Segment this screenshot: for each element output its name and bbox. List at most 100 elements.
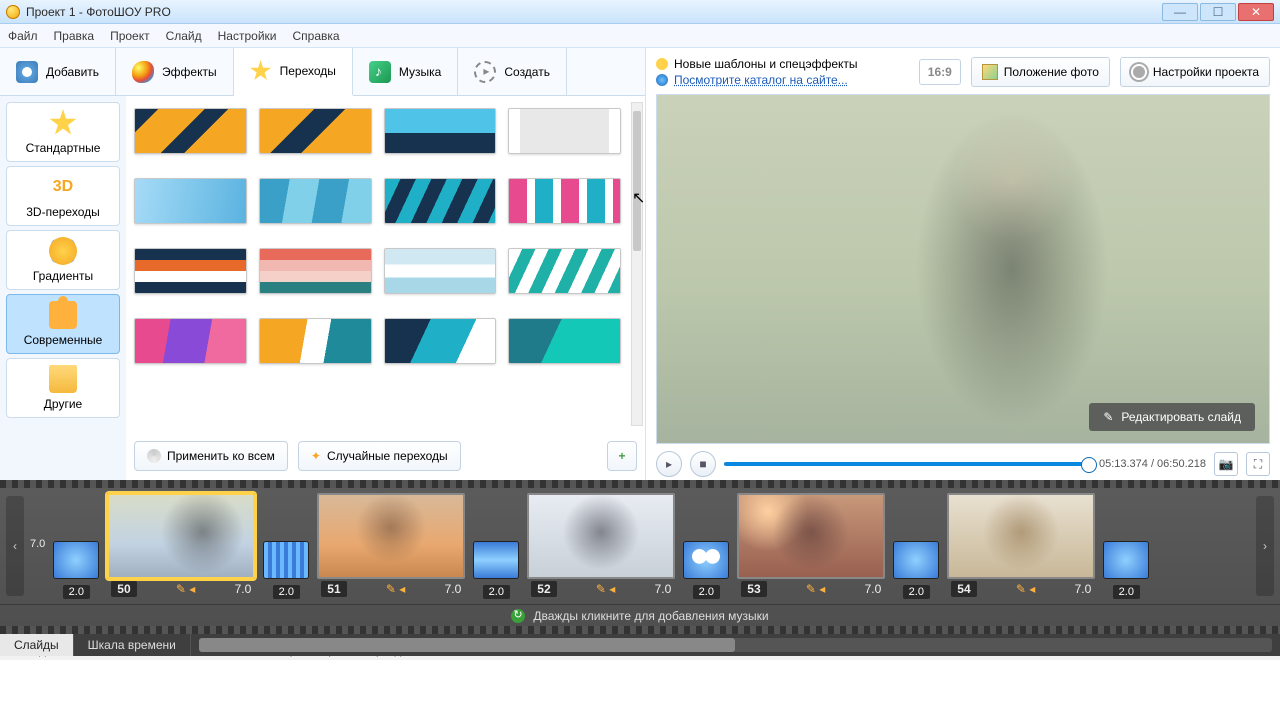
transition-slot-2[interactable] — [474, 542, 518, 578]
photo-position-button[interactable]: Положение фото — [971, 57, 1110, 87]
wand-icon: ✦ — [311, 449, 321, 463]
slide-duration[interactable]: 7.0 — [1075, 582, 1092, 596]
transition-thumb-2[interactable] — [384, 108, 497, 154]
category-std[interactable]: Стандартные — [6, 102, 120, 162]
tab-music[interactable]: Музыка — [353, 48, 458, 95]
menu-slide[interactable]: Слайд — [166, 29, 202, 43]
category-label: Стандартные — [9, 141, 117, 155]
refresh-icon — [511, 609, 525, 623]
timeline-scrollbar[interactable] — [199, 638, 1272, 652]
transition-duration[interactable]: 2.0 — [1113, 585, 1140, 599]
slide-duration[interactable]: 7.0 — [445, 582, 462, 596]
slide-tools[interactable]: ✎ ◂ — [176, 582, 195, 596]
timeline-scrollbar-thumb[interactable] — [199, 638, 736, 652]
slide-tools[interactable]: ✎ ◂ — [386, 582, 405, 596]
random-transitions-button[interactable]: ✦Случайные переходы — [298, 441, 461, 471]
menu-file[interactable]: Файл — [8, 29, 38, 43]
star-icon — [250, 60, 272, 82]
time-display: 05:13.374 / 06:50.218 — [1099, 458, 1206, 470]
transition-duration[interactable]: 2.0 — [693, 585, 720, 599]
menu-edit[interactable]: Правка — [54, 29, 95, 43]
slide-tools[interactable]: ✎ ◂ — [596, 582, 615, 596]
snapshot-button[interactable]: 📷 — [1214, 452, 1238, 476]
scrollbar-thumb[interactable] — [633, 111, 641, 251]
add-transition-button[interactable]: + — [607, 441, 637, 471]
tab-effects[interactable]: Эффекты — [116, 48, 234, 95]
transition-duration[interactable]: 2.0 — [903, 585, 930, 599]
playback-track[interactable] — [724, 462, 1091, 466]
timeline-next-button[interactable]: › — [1256, 496, 1274, 596]
close-button[interactable]: ✕ — [1238, 3, 1274, 21]
slide-tools[interactable]: ✎ ◂ — [1016, 582, 1035, 596]
menu-project[interactable]: Проект — [110, 29, 150, 43]
bottom-tab-slides[interactable]: Слайды — [0, 634, 74, 656]
fold-icon — [49, 365, 77, 393]
menu-bar: Файл Правка Проект Слайд Настройки Справ… — [0, 24, 1280, 48]
music-icon — [369, 61, 391, 83]
slide-thumb-52[interactable] — [527, 493, 675, 579]
transition-thumb-0[interactable] — [134, 108, 247, 154]
aspect-ratio-button[interactable]: 16:9 — [919, 59, 961, 85]
slide-image — [949, 495, 1093, 577]
grid-scrollbar[interactable] — [631, 102, 643, 426]
transition-thumb-6[interactable] — [384, 178, 497, 224]
transition-thumb-1[interactable] — [259, 108, 372, 154]
slide-thumb-53[interactable] — [737, 493, 885, 579]
transition-thumb-7[interactable] — [508, 178, 621, 224]
transition-thumb-9[interactable] — [259, 248, 372, 294]
category-3d[interactable]: 3D3D-переходы — [6, 166, 120, 226]
fullscreen-button[interactable]: ⛶ — [1246, 452, 1270, 476]
transitions-grid — [126, 96, 629, 432]
slide-thumb-51[interactable] — [317, 493, 465, 579]
gear-icon — [1131, 64, 1147, 80]
slide-number: 51 — [321, 581, 346, 597]
project-settings-button[interactable]: Настройки проекта — [1120, 57, 1270, 87]
menu-help[interactable]: Справка — [292, 29, 339, 43]
transition-slot-3[interactable] — [684, 542, 728, 578]
tab-create[interactable]: Создать — [458, 48, 567, 95]
puz-icon — [49, 301, 77, 329]
slide-duration[interactable]: 7.0 — [235, 582, 252, 596]
transition-thumb-12[interactable] — [134, 318, 247, 364]
slide-tools[interactable]: ✎ ◂ — [806, 582, 825, 596]
slide-duration[interactable]: 7.0 — [865, 582, 882, 596]
category-oth[interactable]: Другие — [6, 358, 120, 418]
transition-slot-end[interactable] — [1104, 542, 1148, 578]
tab-add[interactable]: Добавить — [0, 48, 116, 95]
transition-slot-4[interactable] — [894, 542, 938, 578]
maximize-button[interactable]: ☐ — [1200, 3, 1236, 21]
edit-slide-button[interactable]: Редактировать слайд — [1089, 403, 1255, 431]
transition-thumb-10[interactable] — [384, 248, 497, 294]
transition-slot-0[interactable] — [54, 542, 98, 578]
category-grad[interactable]: Градиенты — [6, 230, 120, 290]
timeline-prev-button[interactable]: ‹ — [6, 496, 24, 596]
apply-all-button[interactable]: Применить ко всем — [134, 441, 288, 471]
transition-duration[interactable]: 2.0 — [483, 585, 510, 599]
slide-duration[interactable]: 7.0 — [655, 582, 672, 596]
transition-duration[interactable]: 2.0 — [273, 585, 300, 599]
stop-button[interactable]: ■ — [690, 451, 716, 477]
transition-thumb-4[interactable] — [134, 178, 247, 224]
bottom-tab-timeline[interactable]: Шкала времени — [74, 634, 191, 656]
transition-thumb-15[interactable] — [508, 318, 621, 364]
slide-thumb-54[interactable] — [947, 493, 1095, 579]
slide-thumb-50[interactable] — [107, 493, 255, 579]
category-mod[interactable]: Современные — [6, 294, 120, 354]
transition-thumb-14[interactable] — [384, 318, 497, 364]
star-icon — [49, 109, 77, 137]
transition-thumb-11[interactable] — [508, 248, 621, 294]
music-track-bar[interactable]: Дважды кликните для добавления музыки — [0, 604, 1280, 626]
transition-thumb-13[interactable] — [259, 318, 372, 364]
menu-settings[interactable]: Настройки — [218, 29, 277, 43]
transition-duration[interactable]: 2.0 — [63, 585, 90, 599]
minimize-button[interactable]: — — [1162, 3, 1198, 21]
window-title: Проект 1 - ФотоШОУ PRO — [26, 5, 1162, 19]
picture-icon — [982, 64, 998, 80]
transition-thumb-5[interactable] — [259, 178, 372, 224]
catalog-link[interactable]: Посмотрите каталог на сайте... — [674, 72, 848, 88]
transition-thumb-8[interactable] — [134, 248, 247, 294]
play-button[interactable]: ▸ — [656, 451, 682, 477]
tab-transitions[interactable]: Переходы — [234, 48, 353, 96]
transition-thumb-3[interactable] — [508, 108, 621, 154]
transition-slot-1[interactable] — [264, 542, 308, 578]
